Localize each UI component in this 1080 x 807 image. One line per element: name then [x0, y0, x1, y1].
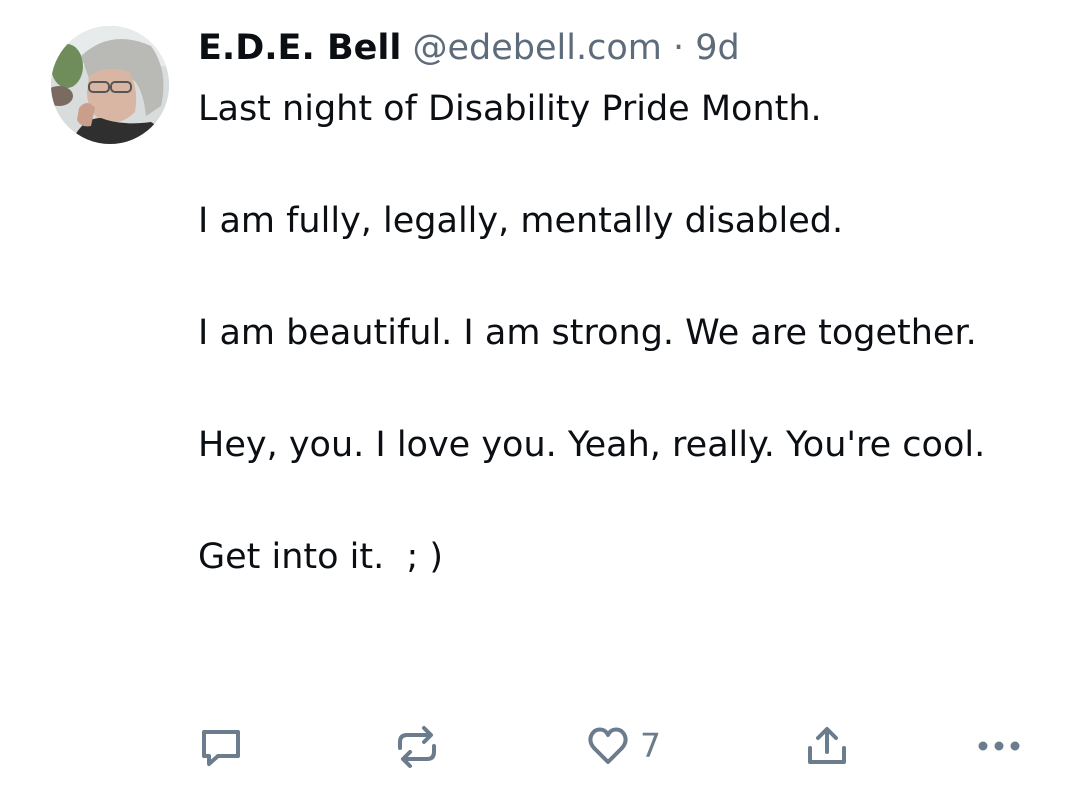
post-paragraph: Last night of Disability Pride Month. — [198, 89, 822, 129]
share-button[interactable] — [804, 724, 850, 770]
author-name[interactable]: E.D.E. Bell — [198, 28, 401, 68]
post-paragraph: I am fully, legally, mentally disabled. — [198, 201, 844, 241]
repost-arrows-icon — [398, 726, 436, 768]
post-age[interactable]: 9d — [695, 28, 740, 68]
repost-button[interactable] — [394, 724, 440, 770]
share-upload-icon — [808, 727, 846, 764]
like-button[interactable]: 7 — [586, 724, 661, 768]
avatar-photo — [51, 26, 169, 144]
like-count: 7 — [640, 726, 661, 765]
post-content: E.D.E. Bell @edebell.com · 9d Last night… — [198, 24, 1038, 585]
post-actions: 7 — [0, 720, 1080, 780]
header-separator: · — [673, 28, 685, 68]
speech-bubble-icon — [202, 730, 240, 766]
post-header: E.D.E. Bell @edebell.com · 9d — [198, 24, 1038, 72]
author-handle[interactable]: @edebell.com — [413, 28, 662, 68]
post-paragraph: Get into it. ; ) — [198, 537, 444, 577]
more-options-button[interactable] — [976, 728, 1022, 764]
heart-icon — [588, 727, 628, 764]
avatar[interactable] — [51, 26, 169, 144]
post-paragraph: Hey, you. I love you. Yeah, really. You'… — [198, 425, 986, 465]
post[interactable]: E.D.E. Bell @edebell.com · 9d Last night… — [0, 0, 1080, 807]
ellipsis-icon — [978, 741, 1020, 751]
post-paragraph: I am beautiful. I am strong. We are toge… — [198, 313, 977, 353]
reply-button[interactable] — [198, 724, 244, 770]
post-text: Last night of Disability Pride Month. I … — [198, 81, 1038, 585]
